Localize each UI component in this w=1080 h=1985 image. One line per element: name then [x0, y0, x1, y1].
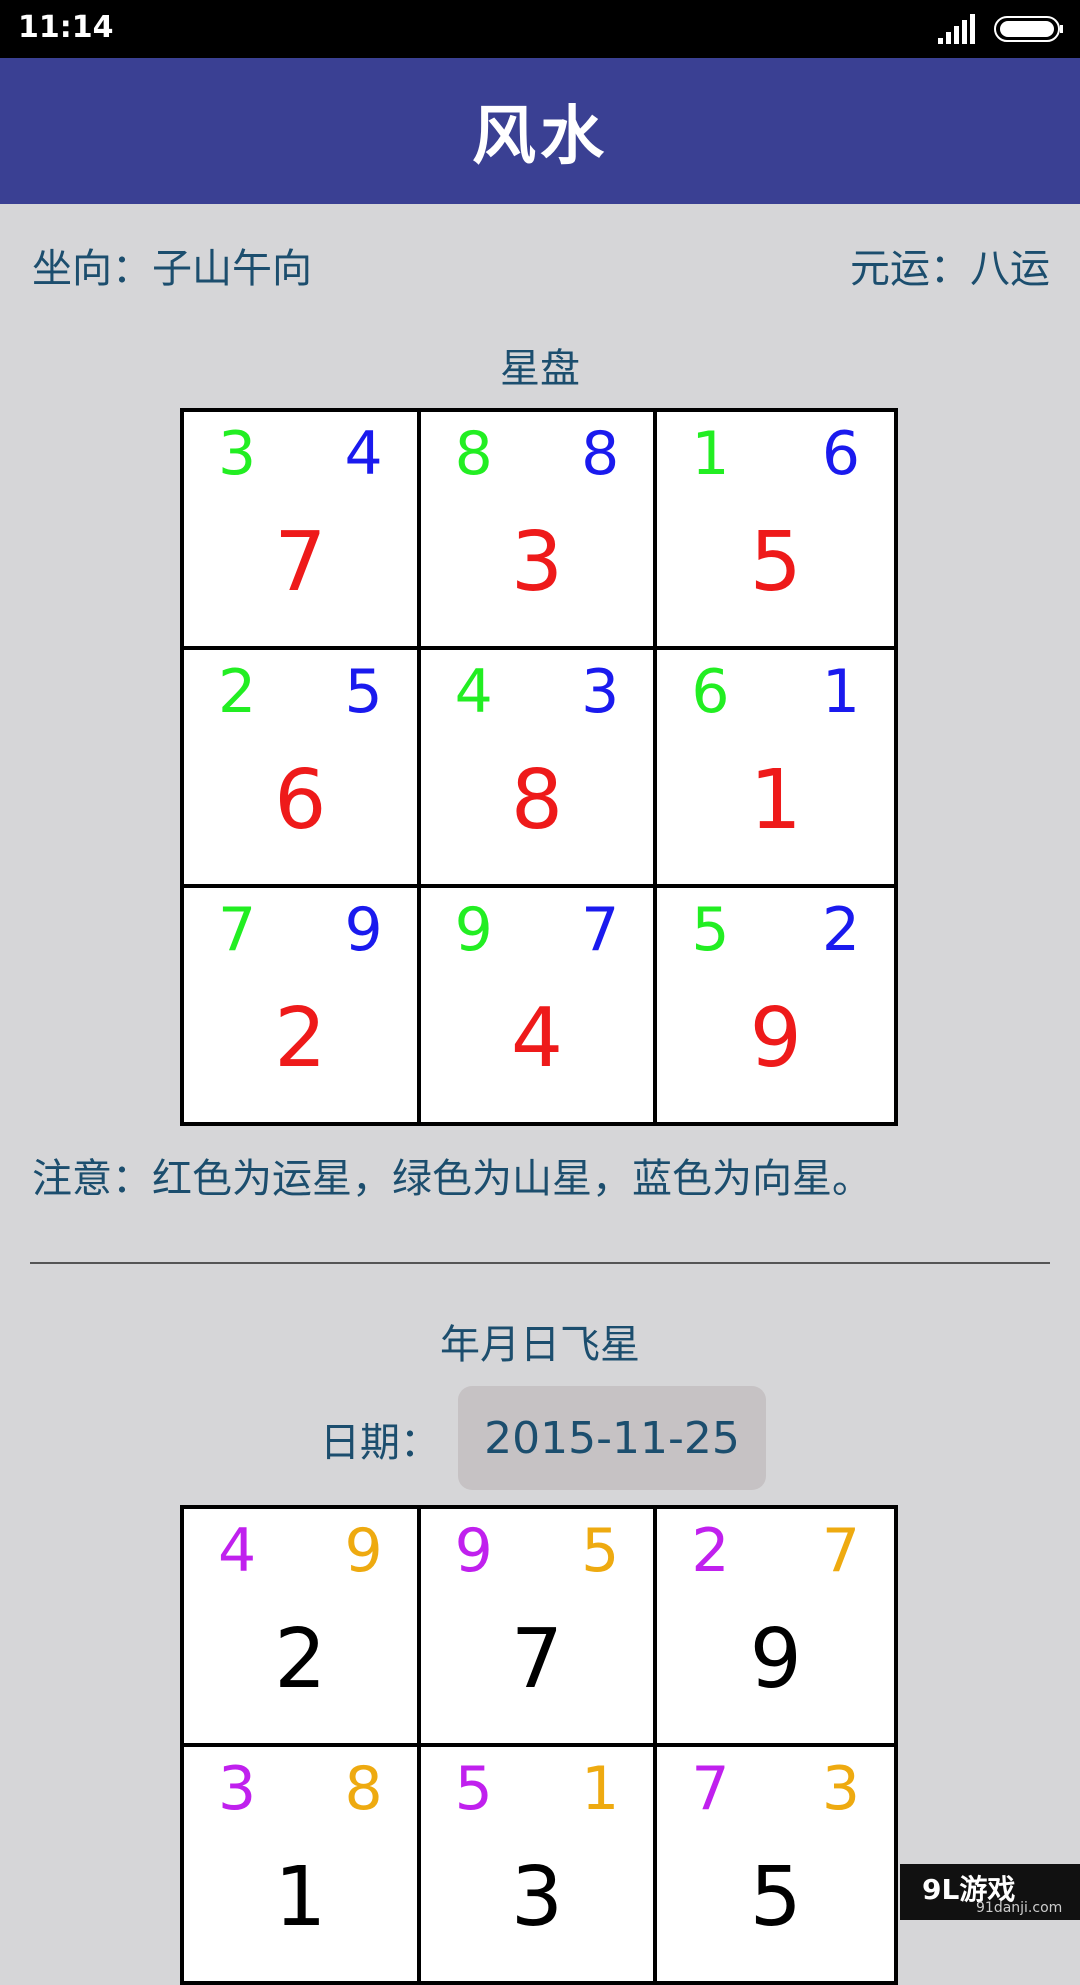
date-label: 日期：: [320, 1420, 440, 1466]
flying-star-left-number: 5: [454, 1754, 493, 1824]
star-facing-number: 1: [821, 657, 860, 727]
orientation-text: 坐向：子山午向: [32, 246, 312, 292]
flying-star-center-number: 9: [749, 1612, 802, 1707]
star-cell: 7 92: [184, 888, 421, 1126]
star-mountain-number: 9: [454, 895, 493, 965]
star-facing-number: 5: [344, 657, 383, 727]
app-bar: 风水: [0, 58, 1080, 204]
star-period-number: 6: [274, 753, 327, 848]
star-cell: 8 83: [420, 412, 658, 650]
star-period-number: 1: [749, 753, 802, 848]
star-mountain-number: 1: [691, 419, 730, 489]
flying-star-right-number: 3: [821, 1754, 860, 1824]
flying-star-right-number: 5: [581, 1516, 620, 1586]
flying-star-left-number: 2: [691, 1516, 730, 1586]
star-period-number: 7: [274, 515, 327, 610]
flying-star-right-number: 9: [344, 1516, 383, 1586]
signal-icon: [938, 14, 975, 44]
star-mountain-number: 2: [218, 657, 257, 727]
flying-star-cell: 2 79: [657, 1509, 894, 1747]
star-period-number: 5: [749, 515, 802, 610]
flying-star-center-number: 2: [274, 1612, 327, 1707]
star-chart-title: 星盘: [500, 346, 580, 392]
flying-star-cell: 7 35: [657, 1747, 894, 1985]
star-facing-number: 7: [581, 895, 620, 965]
star-cell: 9 74: [421, 888, 658, 1126]
flying-star-right-number: 7: [821, 1516, 860, 1586]
star-mountain-number: 3: [218, 419, 257, 489]
star-cell: 611: [657, 650, 894, 888]
star-facing-number: 9: [344, 895, 383, 965]
flying-star-cell: 3 81: [184, 1747, 421, 1985]
flying-stars-grid: 492957279381513735: [180, 1505, 898, 1985]
watermark: 9L游戏 91danji.com: [900, 1864, 1080, 1920]
star-mountain-number: 7: [218, 895, 257, 965]
flying-star-left-number: 4: [218, 1516, 257, 1586]
status-bar: 11:14: [0, 0, 1080, 58]
star-period-number: 9: [749, 991, 802, 1086]
watermark-url: 91danji.com: [976, 1900, 1063, 1916]
star-mountain-number: 4: [454, 657, 493, 727]
battery-icon: [994, 16, 1063, 42]
flying-star-cell: 4 92: [184, 1509, 421, 1747]
date-picker-button[interactable]: 2015-11-25: [458, 1386, 766, 1490]
flying-star-right-number: 8: [344, 1754, 383, 1824]
star-chart-grid: 347883165256438611792974529: [180, 408, 898, 1126]
flying-star-right-number: 1: [581, 1754, 620, 1824]
star-mountain-number: 8: [454, 419, 493, 489]
flying-star-left-number: 3: [218, 1754, 257, 1824]
flying-star-left-number: 7: [691, 1754, 730, 1824]
star-period-number: 4: [510, 991, 564, 1086]
star-period-number: 8: [510, 753, 564, 848]
period-text: 元运：八运: [850, 246, 1050, 292]
star-facing-number: 8: [581, 419, 620, 489]
flying-star-center-number: 7: [510, 1612, 564, 1707]
star-facing-number: 3: [581, 657, 620, 727]
star-cell: 3 47: [184, 412, 421, 650]
star-mountain-number: 6: [691, 657, 730, 727]
star-cell: 2 56: [184, 650, 421, 888]
flying-stars-title: 年月日飞星: [440, 1322, 640, 1368]
legend-note: 注意：红色为运星，绿色为山星，蓝色为向星。: [32, 1156, 872, 1202]
flying-star-cell: 9 57: [420, 1509, 658, 1747]
star-facing-number: 2: [821, 895, 860, 965]
star-period-number: 3: [510, 515, 564, 610]
star-cell: 4 38: [420, 650, 658, 888]
flying-star-center-number: 5: [749, 1850, 802, 1945]
star-period-number: 2: [274, 991, 327, 1086]
flying-star-center-number: 3: [510, 1850, 564, 1945]
star-cell: 1 65: [657, 412, 894, 650]
app-title: 风水: [472, 99, 608, 174]
star-facing-number: 6: [821, 419, 860, 489]
flying-star-left-number: 9: [454, 1516, 493, 1586]
star-cell: 5 29: [657, 888, 894, 1126]
status-time: 11:14: [18, 10, 114, 45]
divider: [30, 1262, 1050, 1264]
star-facing-number: 4: [344, 419, 383, 489]
flying-star-center-number: 1: [274, 1850, 327, 1945]
flying-star-cell: 5 13: [420, 1747, 658, 1985]
star-mountain-number: 5: [691, 895, 730, 965]
